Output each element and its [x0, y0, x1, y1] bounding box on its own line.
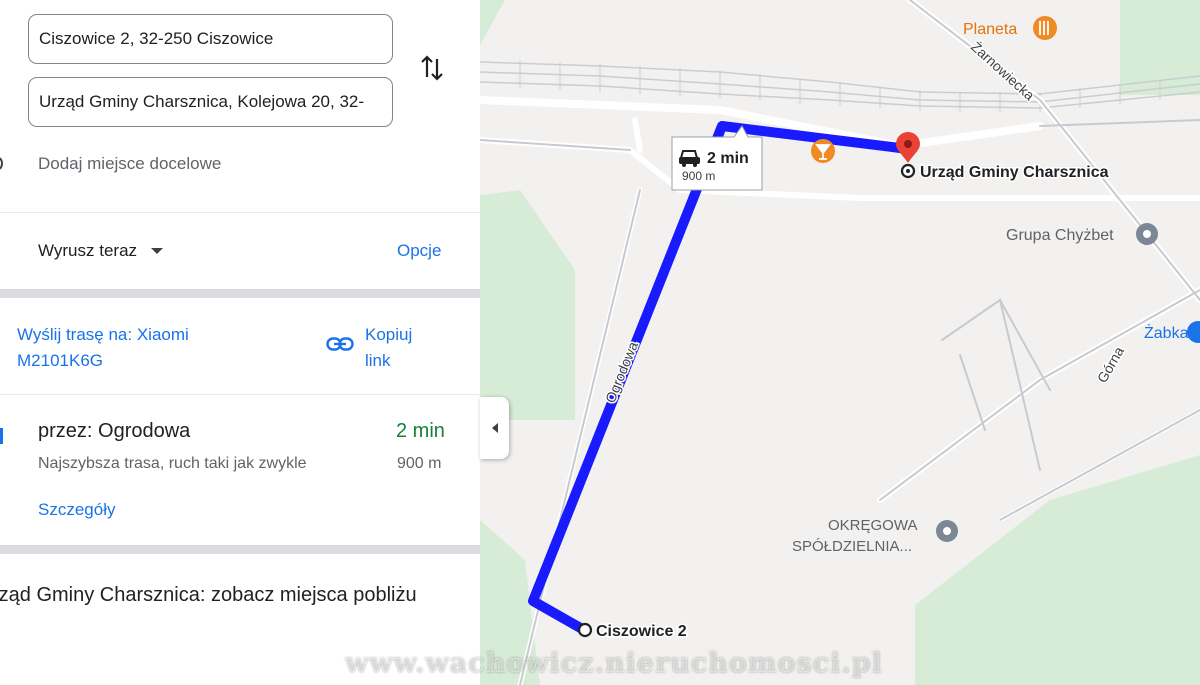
bubble-time: 2 min — [707, 150, 749, 167]
copy-link-button[interactable]: Kopiuj link — [365, 322, 435, 374]
link-icon[interactable] — [326, 336, 354, 357]
location-icon — [1136, 223, 1158, 245]
divider — [0, 289, 480, 298]
collapse-panel-button[interactable] — [480, 397, 509, 459]
details-button[interactable]: Szczegóły — [38, 500, 115, 520]
send-to-phone-link[interactable]: Wyślij trasę na: Xiaomi M2101K6G — [17, 322, 247, 374]
destination-input[interactable]: Urząd Gminy Charsznica, Kolejowa 20, 32- — [28, 77, 393, 127]
poi-okregowa-label-1: OKRĘGOWA — [828, 517, 917, 534]
origin-input[interactable]: Ciszowice 2, 32-250 Ciszowice — [28, 14, 393, 64]
route-description: Najszybsza trasa, ruch taki jak zwykle — [38, 455, 307, 472]
poi-grupa-label: Grupa Chyżbet — [1006, 227, 1114, 244]
bar-icon — [811, 139, 835, 163]
chevron-left-icon — [491, 423, 498, 433]
route-distance: 900 m — [397, 455, 442, 472]
options-button[interactable]: Opcje — [397, 241, 441, 261]
origin-marker-icon — [577, 622, 593, 638]
waypoint-dot-icon — [0, 157, 3, 170]
selected-route-indicator — [0, 428, 3, 444]
swap-vertical-icon[interactable] — [418, 52, 446, 84]
route-time: 2 min — [396, 420, 445, 442]
depart-now-dropdown[interactable]: Wyrusz teraz — [38, 241, 164, 261]
add-destination-button[interactable]: Dodaj miejsce docelowe — [38, 154, 221, 174]
directions-panel: Ciszowice 2, 32-250 Ciszowice Urząd Gmin… — [0, 0, 481, 685]
watermark: www.wachowicz.nieruchomosci.pl — [345, 648, 883, 679]
divider — [0, 545, 480, 554]
origin-label: Ciszowice 2 — [596, 623, 687, 640]
caret-down-icon — [151, 248, 164, 254]
explore-nearby-heading[interactable]: rząd Gminy Charsznica: zobacz miejsca po… — [0, 579, 452, 611]
restaurant-icon — [1033, 16, 1057, 40]
destination-marker-icon — [900, 163, 916, 179]
poi-zabka-label: Żabka — [1144, 323, 1189, 342]
route-via[interactable]: przez: Ogrodowa — [38, 420, 190, 443]
depart-label: Wyrusz teraz — [38, 241, 138, 260]
divider — [0, 394, 480, 395]
destination-label: Urząd Gminy Charsznica — [920, 164, 1109, 181]
map-canvas[interactable]: Ogrodowa Żarnowiecka Górna Planeta Grupa… — [480, 0, 1200, 685]
poi-planeta-label: Planeta — [963, 21, 1017, 38]
divider — [0, 212, 480, 213]
poi-okregowa-label-2: SPÓŁDZIELNIA... — [792, 538, 912, 555]
bubble-distance: 900 m — [682, 169, 715, 183]
location-icon — [936, 520, 958, 542]
